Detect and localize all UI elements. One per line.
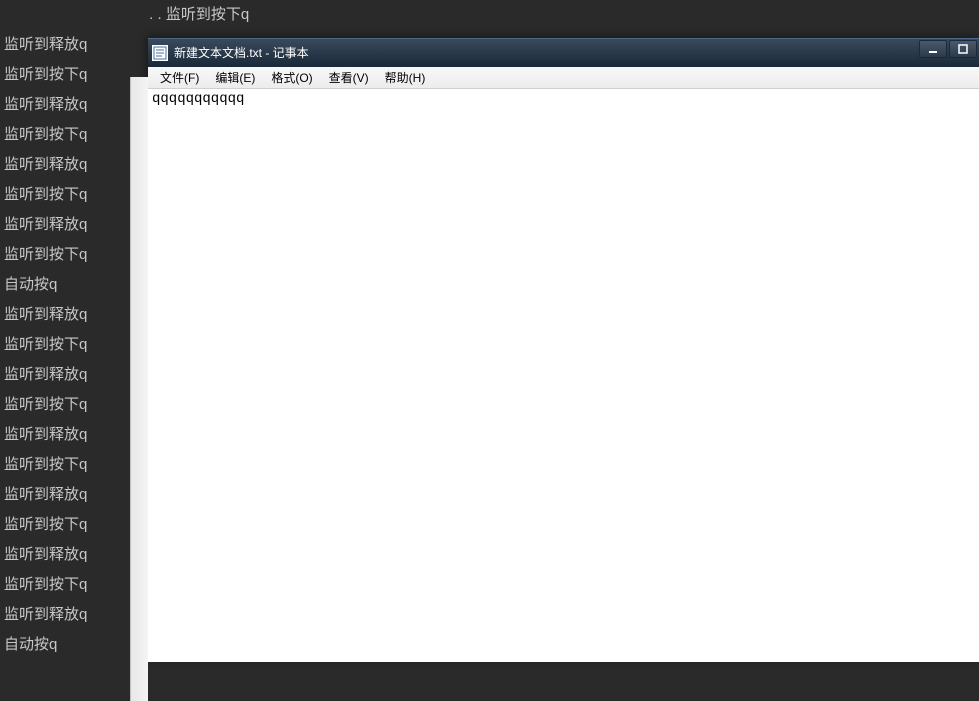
window-titlebar[interactable]: 新建文本文档.txt - 记事本 bbox=[148, 39, 979, 67]
console-output: 监听到释放q 监听到按下q 监听到释放q 监听到按下q 监听到释放q 监听到按下… bbox=[0, 0, 150, 662]
console-line: 监听到按下q bbox=[4, 510, 150, 540]
menubar: 文件(F) 编辑(E) 格式(O) 查看(V) 帮助(H) bbox=[148, 67, 979, 89]
editor-area[interactable]: qqqqqqqqqqq bbox=[148, 89, 979, 662]
console-line: 监听到释放q bbox=[4, 210, 150, 240]
console-line: 监听到按下q bbox=[4, 450, 150, 480]
console-line: 监听到释放q bbox=[4, 540, 150, 570]
console-line: 监听到释放q bbox=[4, 150, 150, 180]
console-line: 监听到按下q bbox=[4, 390, 150, 420]
console-line: 监听到释放q bbox=[4, 480, 150, 510]
maximize-button[interactable] bbox=[949, 40, 977, 58]
menu-edit[interactable]: 编辑(E) bbox=[207, 67, 263, 88]
console-line: 监听到按下q bbox=[4, 180, 150, 210]
console-scrollbar[interactable] bbox=[130, 77, 148, 701]
notepad-icon bbox=[152, 45, 168, 61]
minimize-button[interactable] bbox=[919, 40, 947, 58]
menu-format[interactable]: 格式(O) bbox=[263, 67, 320, 88]
window-controls bbox=[919, 40, 977, 58]
window-title: 新建文本文档.txt - 记事本 bbox=[174, 44, 975, 61]
editor-content: qqqqqqqqqqq bbox=[152, 91, 244, 107]
console-line: 监听到按下q bbox=[4, 60, 150, 90]
console-line: 监听到按下q bbox=[4, 330, 150, 360]
console-line: 监听到按下q bbox=[4, 570, 150, 600]
console-line: 监听到释放q bbox=[4, 30, 150, 60]
menu-help[interactable]: 帮助(H) bbox=[377, 67, 434, 88]
console-lines-container: 监听到释放q 监听到按下q 监听到释放q 监听到按下q 监听到释放q 监听到按下… bbox=[4, 30, 150, 662]
console-line: 监听到释放q bbox=[4, 90, 150, 120]
console-line: 监听到释放q bbox=[4, 300, 150, 330]
menu-view[interactable]: 查看(V) bbox=[321, 67, 377, 88]
console-line: 自动按q bbox=[4, 630, 150, 660]
console-line: 自动按q bbox=[4, 270, 150, 300]
console-line: 监听到释放q bbox=[4, 360, 150, 390]
notepad-window: 新建文本文档.txt - 记事本 文件(F) 编辑(E) 格式(O) 查看(V)… bbox=[148, 38, 979, 662]
console-line: 监听到按下q bbox=[4, 240, 150, 270]
console-line: 监听到释放q bbox=[4, 420, 150, 450]
console-line: 监听到释放q bbox=[4, 600, 150, 630]
menu-file[interactable]: 文件(F) bbox=[152, 67, 207, 88]
console-line: 监听到按下q bbox=[4, 120, 150, 150]
